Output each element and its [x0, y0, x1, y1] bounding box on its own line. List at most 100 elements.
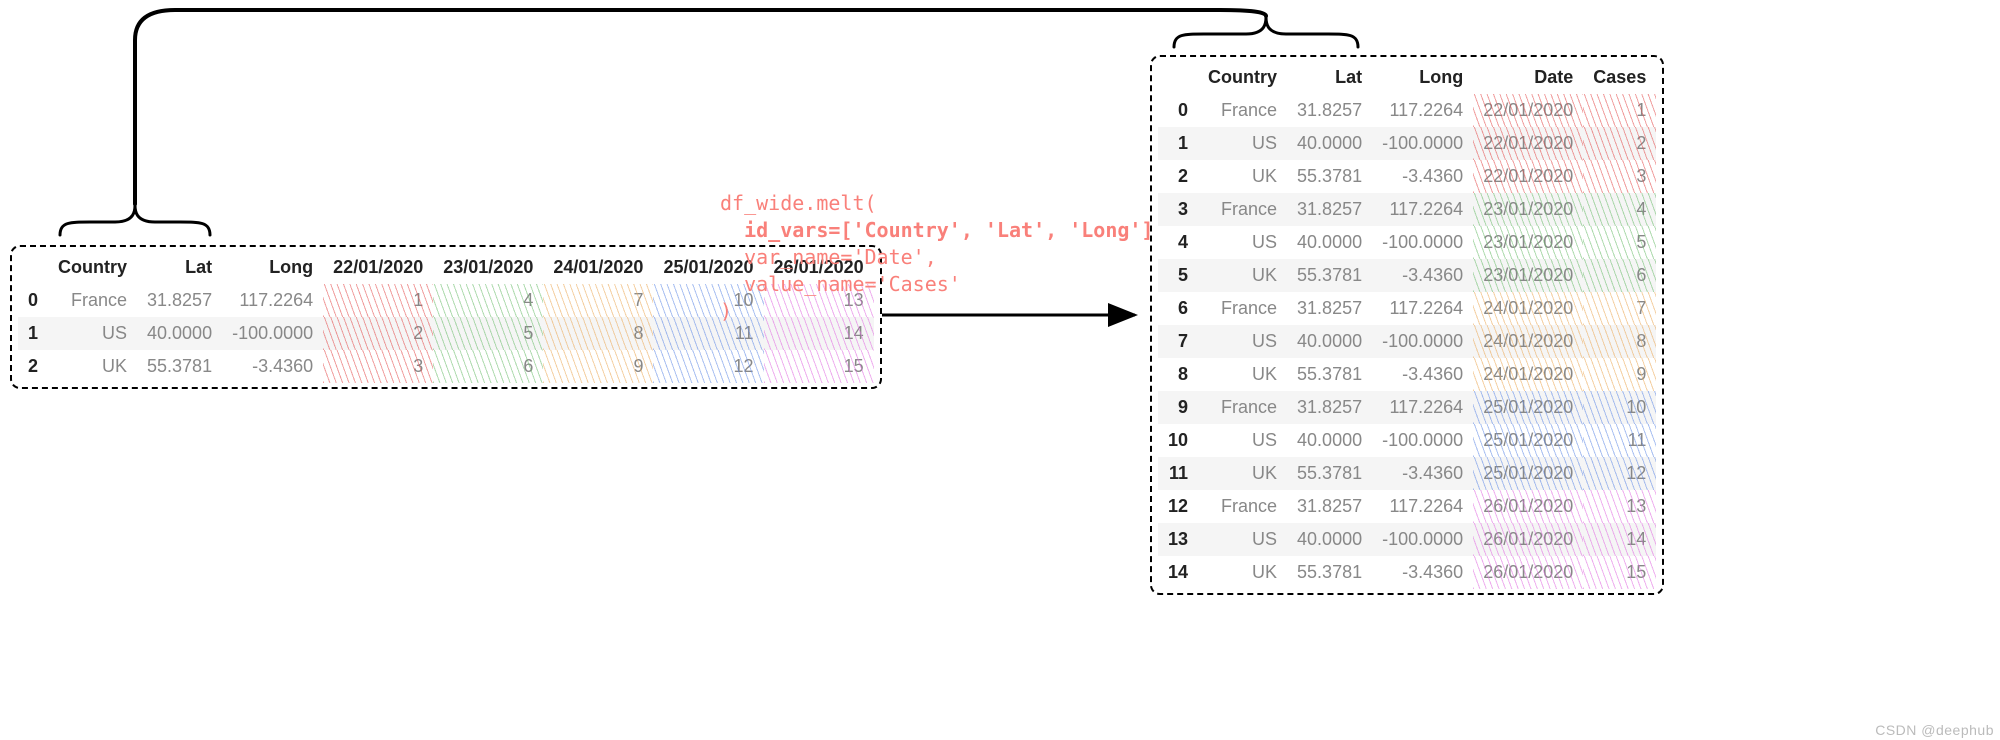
cell: 5 [1583, 226, 1656, 259]
cell: 1 [1583, 94, 1656, 127]
table-row: 1US40.0000-100.000022/01/20202 [1158, 127, 1656, 160]
cell: 15 [764, 350, 874, 383]
cell: France [1198, 391, 1287, 424]
row-index: 7 [1158, 325, 1198, 358]
table-row: 2 UK 55.3781 -3.4360 3 6 9 12 15 [18, 350, 874, 383]
row-index: 1 [1158, 127, 1198, 160]
cell: France [1198, 490, 1287, 523]
table-row: 13US40.0000-100.000026/01/202014 [1158, 523, 1656, 556]
cell: 117.2264 [222, 284, 323, 317]
cell: 117.2264 [1372, 193, 1473, 226]
cell: France [48, 284, 137, 317]
col-date-0: 22/01/2020 [323, 251, 433, 284]
row-index: 5 [1158, 259, 1198, 292]
cell: 31.8257 [1287, 193, 1372, 226]
row-index: 12 [1158, 490, 1198, 523]
cell: 5 [433, 317, 543, 350]
col-long: Long [1372, 61, 1473, 94]
cell: 24/01/2020 [1473, 358, 1583, 391]
brace-left-icon [60, 205, 210, 235]
table-row: 12France31.8257117.226426/01/202013 [1158, 490, 1656, 523]
cell: 10 [1583, 391, 1656, 424]
cell: 55.3781 [1287, 457, 1372, 490]
long-dataframe: Country Lat Long Date Cases 0France31.82… [1150, 55, 1664, 595]
table-row: 0France31.8257117.226422/01/20201 [1158, 94, 1656, 127]
table-row: 10US40.0000-100.000025/01/202011 [1158, 424, 1656, 457]
cell: 25/01/2020 [1473, 457, 1583, 490]
cell: -3.4360 [1372, 358, 1473, 391]
cell: -3.4360 [1372, 556, 1473, 589]
cell: 25/01/2020 [1473, 391, 1583, 424]
row-index: 2 [1158, 160, 1198, 193]
cell: -100.0000 [1372, 325, 1473, 358]
watermark: CSDN @deephub [1875, 722, 1994, 738]
cell: 4 [1583, 193, 1656, 226]
cell: 40.0000 [1287, 523, 1372, 556]
table-header-row: Country Lat Long Date Cases [1158, 61, 1656, 94]
cell: 117.2264 [1372, 490, 1473, 523]
row-index: 9 [1158, 391, 1198, 424]
cell: 40.0000 [1287, 325, 1372, 358]
code-line: value_name='Cases' [720, 272, 961, 296]
index-header [1158, 61, 1198, 94]
cell: 23/01/2020 [1473, 259, 1583, 292]
cell: 40.0000 [1287, 424, 1372, 457]
cell: US [1198, 226, 1287, 259]
cell: 31.8257 [1287, 490, 1372, 523]
long-table: Country Lat Long Date Cases 0France31.82… [1158, 61, 1656, 589]
cell: -100.0000 [1372, 127, 1473, 160]
cell: 7 [543, 284, 653, 317]
code-line: id_vars=['Country', 'Lat', 'Long'], [720, 218, 1166, 242]
row-index: 4 [1158, 226, 1198, 259]
table-row: 3France31.8257117.226423/01/20204 [1158, 193, 1656, 226]
row-index: 0 [18, 284, 48, 317]
code-line: var_name='Date', [720, 245, 937, 269]
code-line: df_wide.melt( [720, 191, 877, 215]
cell: 31.8257 [1287, 94, 1372, 127]
cell: -3.4360 [1372, 457, 1473, 490]
cell: UK [1198, 259, 1287, 292]
cell: 8 [1583, 325, 1656, 358]
cell: 22/01/2020 [1473, 160, 1583, 193]
table-row: 4US40.0000-100.000023/01/20205 [1158, 226, 1656, 259]
cell: 31.8257 [1287, 391, 1372, 424]
cell: 23/01/2020 [1473, 193, 1583, 226]
code-line: ) [720, 299, 732, 323]
col-lat: Lat [137, 251, 222, 284]
cell: 4 [433, 284, 543, 317]
cell: 26/01/2020 [1473, 490, 1583, 523]
cell: 6 [433, 350, 543, 383]
cell: 40.0000 [1287, 226, 1372, 259]
col-long: Long [222, 251, 323, 284]
row-index: 14 [1158, 556, 1198, 589]
cell: -3.4360 [1372, 160, 1473, 193]
cell: 55.3781 [1287, 160, 1372, 193]
table-row: 9France31.8257117.226425/01/202010 [1158, 391, 1656, 424]
brace-right-icon [1174, 17, 1358, 47]
cell: 31.8257 [1287, 292, 1372, 325]
cell: 12 [1583, 457, 1656, 490]
row-index: 1 [18, 317, 48, 350]
row-index: 11 [1158, 457, 1198, 490]
table-row: 5UK55.3781-3.436023/01/20206 [1158, 259, 1656, 292]
table-row: 6France31.8257117.226424/01/20207 [1158, 292, 1656, 325]
cell: 8 [543, 317, 653, 350]
cell: 40.0000 [137, 317, 222, 350]
cell: 55.3781 [1287, 358, 1372, 391]
cell: 55.3781 [137, 350, 222, 383]
cell: 55.3781 [1287, 259, 1372, 292]
cell: UK [1198, 358, 1287, 391]
cell: -100.0000 [222, 317, 323, 350]
cell: US [1198, 127, 1287, 160]
col-date-2: 24/01/2020 [543, 251, 653, 284]
col-lat: Lat [1287, 61, 1372, 94]
cell: 12 [653, 350, 763, 383]
cell: 13 [1583, 490, 1656, 523]
row-index: 10 [1158, 424, 1198, 457]
cell: -100.0000 [1372, 523, 1473, 556]
row-index: 3 [1158, 193, 1198, 226]
cell: 117.2264 [1372, 292, 1473, 325]
cell: 117.2264 [1372, 391, 1473, 424]
col-cases: Cases [1583, 61, 1656, 94]
col-date: Date [1473, 61, 1583, 94]
